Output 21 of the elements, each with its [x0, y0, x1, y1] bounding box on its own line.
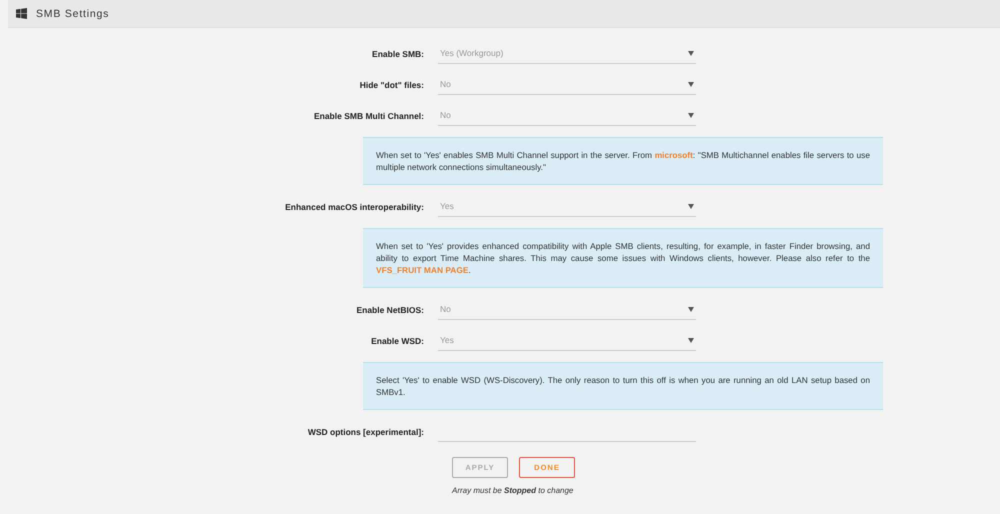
- link[interactable]: microsoft: [654, 150, 693, 160]
- field-label: WSD options [experimental]:: [306, 426, 425, 436]
- caret-icon: [688, 50, 694, 56]
- info-text: When set to 'Yes' enables SMB Multi Channel support in the server. From microsoft: "SMB Multichannel enables file servers to use multiple network connections simultaneously.": [363, 137, 883, 185]
- field-label: Enhanced macOS interoperability:: [284, 202, 425, 212]
- caret-icon: [688, 338, 694, 342]
- field-label: Hide "dot" files:: [358, 80, 425, 90]
- field-label: Enable NetBIOS:: [355, 304, 425, 314]
- field-label: Enable WSD:: [370, 336, 425, 346]
- caret-icon: [688, 306, 694, 312]
- field-label: Enable SMB Multi Channel:: [312, 110, 425, 120]
- caret-icon: [688, 82, 694, 86]
- section-title: SMB Settings: [36, 8, 110, 20]
- note-text: Array must be Stopped to change: [452, 486, 574, 495]
- caret-icon: [688, 112, 694, 118]
- field-label: Enable SMB:: [371, 48, 425, 58]
- info-text: When set to 'Yes' provides enhanced compatibility with Apple SMB clients, resulting, for example, in faster Finder browsing, and ability to export Time Machine shares. This may cause some issues with Windows clients, however. Please also refer to the VFS_FRUIT MAN PAGE.: [363, 228, 883, 288]
- windows-logo-icon: [16, 8, 27, 19]
- caret-icon: [688, 204, 694, 208]
- info-text: Select 'Yes' to enable WSD (WS-Discovery). The only reason to turn this off is when you are running an old LAN setup based on SMBv1.: [363, 362, 883, 410]
- link[interactable]: VFS_FRUIT MAN PAGE: [376, 265, 468, 275]
